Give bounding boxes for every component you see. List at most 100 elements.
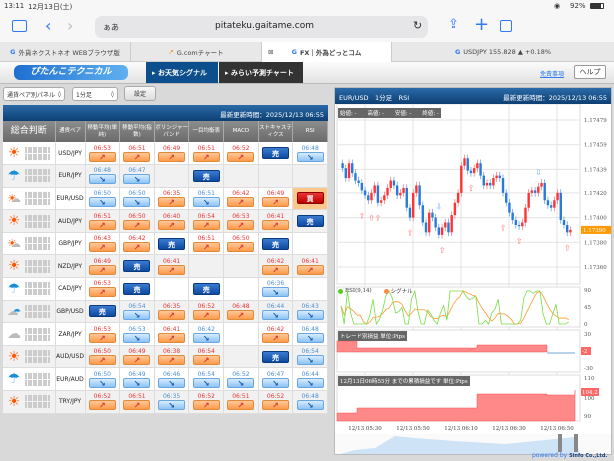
up-arrow-icon[interactable]: ↗: [192, 242, 220, 253]
down-arrow-icon[interactable]: ↘: [296, 151, 324, 162]
up-arrow-icon[interactable]: ↗: [158, 219, 186, 230]
up-arrow-icon[interactable]: ↗: [262, 332, 290, 343]
up-arrow-icon[interactable]: ↗: [158, 355, 186, 366]
signal-cell[interactable]: 06:53 ↗: [85, 322, 121, 346]
sell-signal-button[interactable]: 売: [88, 305, 116, 318]
up-arrow-icon[interactable]: ↗: [88, 332, 116, 343]
up-arrow-icon[interactable]: ↗: [192, 400, 220, 411]
share-icon[interactable]: ⇪: [448, 17, 459, 32]
signal-cell[interactable]: 売: [119, 254, 155, 279]
signal-cell[interactable]: 06:50 ↘: [119, 187, 155, 211]
signal-cell[interactable]: 売: [258, 142, 294, 166]
signal-cell[interactable]: 06:46 ↘: [154, 367, 190, 392]
signal-cell[interactable]: 06:50 ↗: [85, 345, 121, 369]
tabs-overview-icon[interactable]: [500, 20, 512, 32]
up-arrow-icon[interactable]: ↗: [123, 400, 151, 411]
signal-cell[interactable]: 06:42 ↗: [223, 187, 259, 211]
signal-cell[interactable]: 06:53 ↗: [85, 277, 121, 301]
navigator-handle-left[interactable]: [558, 434, 562, 452]
currency-pair[interactable]: GBP/USD: [55, 300, 86, 324]
up-arrow-icon[interactable]: ↗: [227, 151, 255, 162]
help-button[interactable]: ヘルプ: [574, 65, 606, 79]
up-arrow-icon[interactable]: ↗: [262, 400, 290, 411]
signal-cell[interactable]: 06:43 ↘: [292, 300, 328, 324]
up-arrow-icon[interactable]: ↗: [123, 151, 151, 162]
signal-cell[interactable]: 06:41 ↗: [154, 322, 190, 346]
signal-cell[interactable]: 06:50 ↘: [85, 187, 121, 211]
new-tab-icon[interactable]: +: [474, 14, 489, 35]
down-arrow-icon[interactable]: ↘: [158, 400, 186, 411]
signal-cell[interactable]: 売: [188, 164, 225, 188]
down-arrow-icon[interactable]: ↘: [296, 400, 324, 411]
navigator-handle-right[interactable]: [574, 434, 578, 452]
up-arrow-icon[interactable]: ↗: [192, 355, 220, 366]
signal-cell[interactable]: 06:40 ↗: [154, 209, 190, 233]
signal-cell[interactable]: 売: [188, 277, 225, 301]
disclaimer-link[interactable]: 免責事項: [540, 69, 564, 78]
signal-cell[interactable]: 06:52 ↗: [258, 390, 294, 414]
up-arrow-icon[interactable]: ↗: [227, 242, 255, 253]
tab-fx-gaitame[interactable]: ⊠ G FX｜外為どっとコム: [262, 42, 392, 62]
currency-pair[interactable]: GBP/JPY: [55, 232, 86, 256]
signal-cell[interactable]: 06:51 ↗: [188, 232, 225, 256]
settings-button[interactable]: 設定: [124, 86, 156, 101]
down-arrow-icon[interactable]: ↘: [296, 377, 324, 388]
down-arrow-icon[interactable]: ↘: [123, 377, 151, 388]
currency-pair[interactable]: ZAR/JPY: [55, 322, 86, 346]
up-arrow-icon[interactable]: ↗: [123, 355, 151, 366]
signal-cell[interactable]: 06:51 ↘: [188, 187, 225, 211]
up-arrow-icon[interactable]: ↗: [262, 219, 290, 230]
signal-cell[interactable]: 売: [154, 232, 190, 256]
up-arrow-icon[interactable]: ↗: [158, 196, 186, 207]
down-arrow-icon[interactable]: ↘: [123, 196, 151, 207]
timeframe-select[interactable]: 1分足 ◊: [72, 87, 118, 101]
up-arrow-icon[interactable]: ↗: [227, 400, 255, 411]
sell-signal-button[interactable]: 売: [123, 260, 151, 273]
nav-weather-signal[interactable]: ▸ お天気シグナル: [146, 62, 218, 83]
down-arrow-icon[interactable]: ↘: [262, 377, 290, 388]
signal-cell[interactable]: 06:48 ↘: [85, 164, 121, 188]
signal-cell[interactable]: 06:41 ↗: [258, 209, 294, 233]
signal-cell[interactable]: 06:48 ↘: [292, 390, 328, 414]
signal-cell[interactable]: 売: [119, 277, 155, 301]
close-tab-icon[interactable]: ⊠: [268, 48, 273, 56]
signal-cell[interactable]: 06:35 ↗: [154, 300, 190, 324]
signal-cell[interactable]: 06:54 ↘: [292, 345, 328, 369]
signal-cell[interactable]: 06:51 ↗: [119, 142, 155, 166]
signal-cell[interactable]: 06:51 ↗: [188, 142, 225, 166]
currency-pair[interactable]: EUR/JPY: [55, 164, 86, 188]
signal-cell[interactable]: 06:51 ↗: [223, 390, 259, 414]
up-arrow-icon[interactable]: ↗: [88, 151, 116, 162]
signal-cell[interactable]: 06:42 ↗: [258, 322, 294, 346]
up-arrow-icon[interactable]: ↗: [158, 332, 186, 343]
tab-gaitame-next[interactable]: G 外貨ネクストネオ WEBブラウザ版: [0, 42, 131, 62]
signal-cell[interactable]: 売: [258, 232, 294, 256]
url-bar[interactable]: ぁあ pitateku.gaitame.com ↻: [95, 16, 428, 38]
down-arrow-icon[interactable]: ↘: [262, 309, 290, 320]
signal-cell[interactable]: 06:41 ↗: [154, 254, 190, 279]
up-arrow-icon[interactable]: ↗: [262, 264, 290, 275]
signal-cell[interactable]: 06:49 ↗: [119, 345, 155, 369]
down-arrow-icon[interactable]: ↘: [88, 377, 116, 388]
signal-cell[interactable]: 06:48 ↘: [292, 142, 328, 166]
up-arrow-icon[interactable]: ↗: [296, 264, 324, 275]
currency-pair[interactable]: EUR/AUD: [55, 367, 86, 392]
up-arrow-icon[interactable]: ↗: [88, 242, 116, 253]
signal-cell[interactable]: 06:42 ↗: [119, 232, 155, 256]
up-arrow-icon[interactable]: ↗: [192, 219, 220, 230]
currency-pair[interactable]: NZD/JPY: [55, 254, 86, 279]
sell-signal-button[interactable]: 売: [262, 147, 290, 160]
site-logo[interactable]: ぴたんこテクニカル: [14, 65, 128, 80]
currency-pair[interactable]: CAD/JPY: [55, 277, 86, 301]
signal-cell[interactable]: 06:52 ↗: [188, 300, 225, 324]
up-arrow-icon[interactable]: ↗: [227, 219, 255, 230]
signal-cell[interactable]: 06:47 ↘: [258, 367, 294, 392]
sidebar-icon[interactable]: [12, 20, 27, 32]
signal-cell[interactable]: 06:48 ↘: [292, 322, 328, 346]
sell-signal-button[interactable]: 売: [192, 169, 220, 182]
up-arrow-icon[interactable]: ↗: [192, 309, 220, 320]
buy-signal-button[interactable]: 買: [296, 192, 324, 205]
forward-icon[interactable]: ›: [67, 16, 73, 35]
reader-aa[interactable]: ぁあ: [103, 22, 119, 33]
currency-pair[interactable]: AUD/USD: [55, 345, 86, 369]
